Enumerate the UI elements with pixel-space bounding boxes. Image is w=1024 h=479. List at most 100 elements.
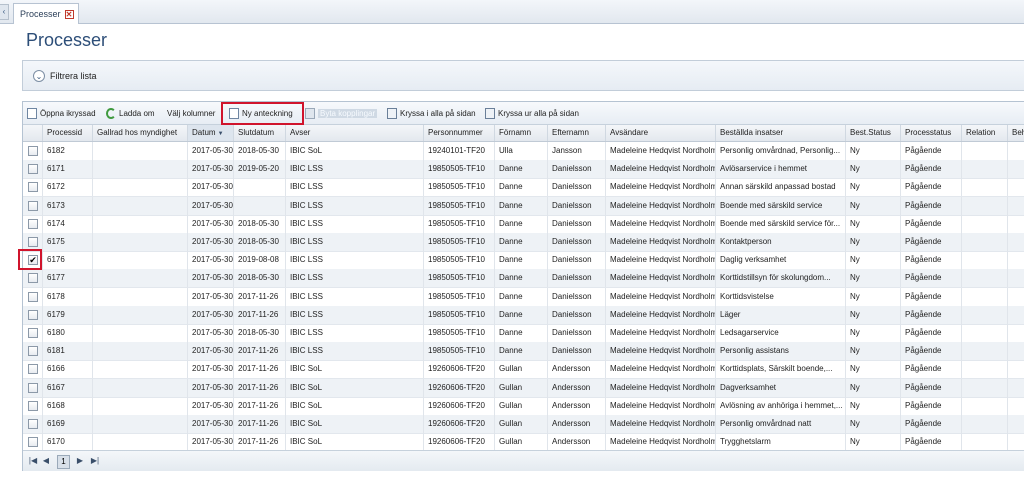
row-checkbox[interactable] <box>28 291 38 302</box>
table-row[interactable]: 6172 2017-05-30 IBIC LSS 19850505-TF10 Danne… <box>23 178 1024 198</box>
header-datum[interactable]: Datum ▼ <box>187 125 233 141</box>
table-row[interactable]: 6175 2017-05-30 2018-05-30 IBIC LSS 19850505… <box>23 233 1024 252</box>
row-checkbox[interactable] <box>28 237 38 247</box>
cell-relation <box>961 142 1007 160</box>
header-best-status[interactable]: Best.Status <box>845 125 900 141</box>
cell-fornamn: Gullan <box>494 415 547 433</box>
cell-slutdatum <box>233 196 285 215</box>
cell-avser: IBIC LSS <box>285 305 423 324</box>
row-checkbox[interactable] <box>28 346 38 357</box>
row-checkbox[interactable] <box>28 182 38 193</box>
chevron-down-icon[interactable]: ⌄ <box>33 69 45 82</box>
row-checkbox[interactable] <box>28 400 38 411</box>
cell-datum: 2017-05-30 <box>187 396 233 415</box>
cell-processtatus: Pågående <box>900 305 961 324</box>
table-row[interactable]: 6177 2017-05-30 2018-05-30 IBIC LSS 19850505… <box>23 269 1024 289</box>
cell-bestallda-insatser: Personlig omvårdnad natt <box>715 415 845 433</box>
cell-processtatus: Pågående <box>900 415 961 433</box>
row-checkbox[interactable] <box>28 146 38 156</box>
cell-slutdatum: 2019-08-08 <box>233 251 285 270</box>
table-row[interactable]: 6174 2017-05-30 2018-05-30 IBIC LSS 19850505… <box>23 214 1024 234</box>
header-avser[interactable]: Avser <box>285 125 423 141</box>
header-personnummer[interactable]: Personnummer <box>423 125 494 141</box>
page-number[interactable]: 1 <box>57 455 70 469</box>
table-row[interactable]: ✔ 6176 2017-05-30 2019-08-08 IBIC LSS 1985050… <box>23 251 1024 271</box>
cell-avsandare: Madeleine Hedqvist Nordholm <box>605 415 715 433</box>
cell-bestallda-insatser: Korttidsplats, Särskilt boende,... <box>715 360 845 379</box>
row-checkbox[interactable] <box>28 309 38 320</box>
header-slutdatum[interactable]: Slutdatum <box>233 125 285 141</box>
collapse-sidebar-icon[interactable]: ‹ <box>0 4 9 20</box>
cell-bestallda-insatser: Daglig verksamhet <box>715 251 845 270</box>
tab-processer[interactable]: Processer ✕ <box>13 3 79 24</box>
choose-columns-label: Välj kolumner <box>167 108 216 118</box>
table-row[interactable]: 6181 2017-05-30 2017-11-26 IBIC LSS 19850505… <box>23 342 1024 362</box>
new-note-button[interactable]: Ny anteckning <box>229 105 293 121</box>
cell-processtatus: Pågående <box>900 324 961 342</box>
cell-best-status: Ny <box>845 378 900 397</box>
cell-relation <box>961 178 1007 197</box>
cell-bestallda-insatser: Personlig omvårdnad, Personlig... <box>715 142 845 160</box>
header-behov[interactable]: Behö <box>1007 125 1024 141</box>
cell-best-status: Ny <box>845 178 900 197</box>
header-avsandare[interactable]: Avsändare <box>605 125 715 141</box>
cell-processid: 6170 <box>42 433 92 452</box>
cell-efternamn: Danielsson <box>547 324 605 342</box>
cell-processid: 6176 <box>42 251 92 270</box>
table-row[interactable]: 6178 2017-05-30 2017-11-26 IBIC LSS 19850505… <box>23 287 1024 307</box>
cell-slutdatum: 2017-11-26 <box>233 433 285 452</box>
uncheck-all-button[interactable]: Kryssa ur alla på sidan <box>485 105 579 121</box>
row-checkbox[interactable] <box>28 437 38 448</box>
row-checkbox[interactable] <box>28 273 38 284</box>
row-checkbox[interactable] <box>28 200 38 211</box>
row-checkbox[interactable]: ✔ <box>28 255 38 266</box>
next-page-icon[interactable]: ▶ <box>75 455 85 467</box>
table-row[interactable]: 6167 2017-05-30 2017-11-26 IBIC SoL 19260606… <box>23 378 1024 398</box>
filter-panel[interactable]: ⌄ Filtrera lista <box>22 60 1024 91</box>
table-row[interactable]: 6168 2017-05-30 2017-11-26 IBIC SoL 19260606… <box>23 396 1024 416</box>
filter-label[interactable]: Filtrera lista <box>50 71 97 81</box>
row-checkbox[interactable] <box>28 164 38 175</box>
header-fornamn[interactable]: Förnamn <box>494 125 547 141</box>
table-row[interactable]: 6182 2017-05-30 2018-05-30 IBIC SoL 19240101… <box>23 142 1024 161</box>
cell-best-status: Ny <box>845 251 900 270</box>
cell-best-status: Ny <box>845 342 900 361</box>
header-efternamn[interactable]: Efternamn <box>547 125 605 141</box>
first-page-icon[interactable]: |◀ <box>27 455 39 467</box>
last-page-icon[interactable]: ▶| <box>89 455 101 467</box>
header-gallrad[interactable]: Gallrad hos myndighet <box>92 125 187 141</box>
reload-button[interactable]: Ladda om <box>106 105 155 121</box>
cell-processid: 6181 <box>42 342 92 361</box>
table-row[interactable]: 6179 2017-05-30 2017-11-26 IBIC LSS 19850505… <box>23 305 1024 325</box>
cell-behov <box>1007 251 1024 270</box>
row-checkbox[interactable] <box>28 328 38 338</box>
prev-page-icon[interactable]: ◀ <box>41 455 51 467</box>
header-processid[interactable]: Processid <box>42 125 92 141</box>
cell-relation <box>961 269 1007 288</box>
table-row[interactable]: 6173 2017-05-30 IBIC LSS 19850505-TF10 Danne… <box>23 196 1024 216</box>
row-checkbox[interactable] <box>28 364 38 375</box>
table-row[interactable]: 6166 2017-05-30 2017-11-26 IBIC SoL 19260606… <box>23 360 1024 380</box>
header-select <box>23 125 42 141</box>
change-links-button[interactable]: Byta kopplingar <box>305 105 378 121</box>
close-icon[interactable]: ✕ <box>64 9 74 19</box>
header-bestallda-insatser[interactable]: Beställda insatser <box>715 125 845 141</box>
cell-processtatus: Pågående <box>900 214 961 233</box>
cell-bestallda-insatser: Avlösning av anhöriga i hemmet,... <box>715 396 845 415</box>
header-processtatus[interactable]: Processtatus <box>900 125 961 141</box>
table-row[interactable]: 6171 2017-05-30 2019-05-20 IBIC LSS 19850505… <box>23 160 1024 180</box>
cell-processid: 6177 <box>42 269 92 288</box>
table-row[interactable]: 6169 2017-05-30 2017-11-26 IBIC SoL 19260606… <box>23 415 1024 434</box>
choose-columns-button[interactable]: Välj kolumner <box>167 105 215 121</box>
cell-avsandare: Madeleine Hedqvist Nordholm <box>605 342 715 361</box>
row-checkbox[interactable] <box>28 218 38 229</box>
cell-efternamn: Andersson <box>547 396 605 415</box>
row-checkbox[interactable] <box>28 382 38 393</box>
header-relation[interactable]: Relation <box>961 125 1007 141</box>
table-row[interactable]: 6180 2017-05-30 2018-05-30 IBIC LSS 19850505… <box>23 324 1024 343</box>
check-all-button[interactable]: Kryssa i alla på sidan <box>387 105 476 121</box>
open-checked-button[interactable]: Öppna ikryssad <box>27 105 96 121</box>
cell-fornamn: Danne <box>494 233 547 251</box>
row-checkbox[interactable] <box>28 419 38 429</box>
cell-processid: 6171 <box>42 160 92 179</box>
